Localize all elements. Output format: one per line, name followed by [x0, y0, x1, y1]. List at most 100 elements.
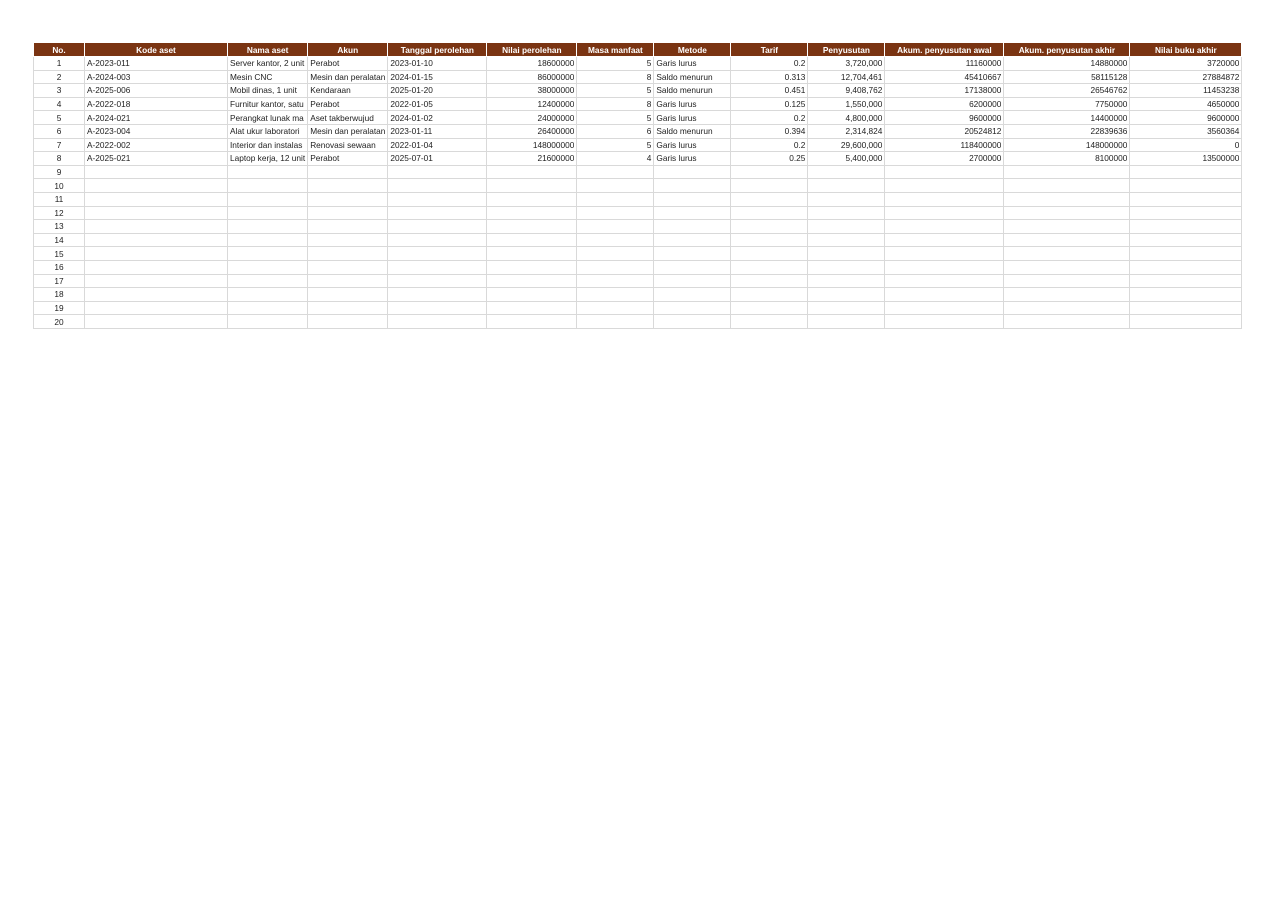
empty-cell[interactable] [387, 273, 488, 289]
cell-nilai-perolehan[interactable]: 21600000 [486, 151, 578, 166]
cell-tarif[interactable]: 0.2 [730, 110, 809, 125]
empty-cell[interactable] [84, 219, 228, 234]
cell-masa-manfaat[interactable]: 6 [576, 123, 655, 139]
cell-akum-akhir[interactable]: 58115128 [1003, 69, 1131, 85]
cell-tarif[interactable]: 0.2 [730, 137, 809, 153]
cell-tanggal-perolehan[interactable]: 2022-01-05 [387, 96, 488, 112]
cell-masa-manfaat[interactable]: 5 [576, 56, 655, 71]
cell-nilai-perolehan[interactable]: 18600000 [486, 56, 578, 71]
empty-cell[interactable] [653, 259, 732, 275]
empty-cell[interactable] [486, 246, 578, 261]
cell-akun[interactable]: Mesin dan peralatan [307, 69, 389, 85]
empty-cell[interactable] [84, 273, 228, 289]
cell-metode[interactable]: Garis lurus [653, 56, 732, 71]
row-number[interactable]: 8 [33, 151, 85, 166]
empty-cell[interactable] [1003, 314, 1131, 329]
header-metode[interactable]: Metode [653, 43, 732, 57]
empty-cell[interactable] [1003, 178, 1131, 193]
empty-cell[interactable] [226, 314, 309, 329]
empty-cell[interactable] [653, 246, 732, 261]
empty-cell[interactable] [576, 178, 655, 193]
cell-akun[interactable]: Perabot [307, 96, 389, 112]
empty-cell[interactable] [226, 178, 309, 193]
empty-cell[interactable] [486, 259, 578, 275]
cell-akum-akhir[interactable]: 148000000 [1003, 137, 1131, 153]
cell-nilai-buku-akhir[interactable]: 0 [1129, 137, 1243, 153]
cell-nilai-perolehan[interactable]: 26400000 [486, 123, 578, 139]
row-number[interactable]: 14 [33, 232, 85, 248]
cell-akum-awal[interactable]: 20524812 [884, 123, 1005, 139]
empty-cell[interactable] [1129, 300, 1243, 316]
empty-cell[interactable] [807, 191, 886, 207]
cell-tarif[interactable]: 0.125 [730, 96, 809, 112]
cell-tanggal-perolehan[interactable]: 2023-01-10 [387, 56, 488, 71]
row-number[interactable]: 15 [33, 246, 85, 261]
empty-cell[interactable] [307, 300, 389, 316]
empty-cell[interactable] [807, 314, 886, 329]
empty-cell[interactable] [387, 300, 488, 316]
empty-cell[interactable] [1129, 232, 1243, 248]
empty-cell[interactable] [884, 273, 1005, 289]
empty-cell[interactable] [576, 191, 655, 207]
empty-cell[interactable] [807, 164, 886, 180]
empty-cell[interactable] [730, 178, 809, 193]
header-akun[interactable]: Akun [307, 43, 389, 57]
cell-tanggal-perolehan[interactable]: 2023-01-11 [387, 123, 488, 139]
cell-kode-aset[interactable]: A-2025-006 [84, 83, 228, 98]
cell-tanggal-perolehan[interactable]: 2024-01-02 [387, 110, 488, 125]
empty-cell[interactable] [486, 219, 578, 234]
cell-akum-akhir[interactable]: 7750000 [1003, 96, 1131, 112]
cell-metode[interactable]: Garis lurus [653, 137, 732, 153]
empty-cell[interactable] [84, 178, 228, 193]
header-akum-akhir[interactable]: Akum. penyusutan akhir [1003, 43, 1131, 57]
row-number[interactable]: 10 [33, 178, 85, 193]
cell-akum-akhir[interactable]: 26546762 [1003, 83, 1131, 98]
empty-cell[interactable] [653, 314, 732, 329]
empty-cell[interactable] [1003, 164, 1131, 180]
empty-cell[interactable] [884, 246, 1005, 261]
cell-tarif[interactable]: 0.451 [730, 83, 809, 98]
header-akum-awal[interactable]: Akum. penyusutan awal [884, 43, 1005, 57]
empty-cell[interactable] [730, 164, 809, 180]
empty-cell[interactable] [807, 300, 886, 316]
empty-cell[interactable] [486, 287, 578, 302]
cell-akum-awal[interactable]: 6200000 [884, 96, 1005, 112]
cell-nilai-buku-akhir[interactable]: 13500000 [1129, 151, 1243, 166]
cell-nilai-perolehan[interactable]: 38000000 [486, 83, 578, 98]
empty-cell[interactable] [884, 232, 1005, 248]
empty-cell[interactable] [653, 300, 732, 316]
row-number[interactable]: 19 [33, 300, 85, 316]
cell-masa-manfaat[interactable]: 8 [576, 96, 655, 112]
cell-akun[interactable]: Kendaraan [307, 83, 389, 98]
empty-cell[interactable] [653, 164, 732, 180]
cell-akum-awal[interactable]: 2700000 [884, 151, 1005, 166]
empty-cell[interactable] [807, 287, 886, 302]
empty-cell[interactable] [884, 178, 1005, 193]
empty-cell[interactable] [1003, 232, 1131, 248]
empty-cell[interactable] [884, 191, 1005, 207]
cell-penyusutan[interactable]: 12,704,461 [807, 69, 886, 85]
empty-cell[interactable] [576, 314, 655, 329]
empty-cell[interactable] [486, 164, 578, 180]
empty-cell[interactable] [387, 219, 488, 234]
cell-metode[interactable]: Saldo menurun [653, 69, 732, 85]
empty-cell[interactable] [884, 300, 1005, 316]
row-number[interactable]: 7 [33, 137, 85, 153]
cell-kode-aset[interactable]: A-2022-018 [84, 96, 228, 112]
empty-cell[interactable] [307, 205, 389, 221]
cell-penyusutan[interactable]: 9,408,762 [807, 83, 886, 98]
cell-metode[interactable]: Saldo menurun [653, 83, 732, 98]
cell-tarif[interactable]: 0.2 [730, 56, 809, 71]
cell-nilai-buku-akhir[interactable]: 9600000 [1129, 110, 1243, 125]
empty-cell[interactable] [884, 259, 1005, 275]
cell-kode-aset[interactable]: A-2024-003 [84, 69, 228, 85]
row-number[interactable]: 9 [33, 164, 85, 180]
cell-akum-awal[interactable]: 11160000 [884, 56, 1005, 71]
empty-cell[interactable] [307, 246, 389, 261]
cell-tanggal-perolehan[interactable]: 2022-01-04 [387, 137, 488, 153]
header-masa-manfaat[interactable]: Masa manfaat [576, 43, 655, 57]
cell-nama-aset[interactable]: Perangkat lunak ma [226, 110, 309, 125]
row-number[interactable]: 2 [33, 69, 85, 85]
empty-cell[interactable] [653, 219, 732, 234]
empty-cell[interactable] [1003, 219, 1131, 234]
